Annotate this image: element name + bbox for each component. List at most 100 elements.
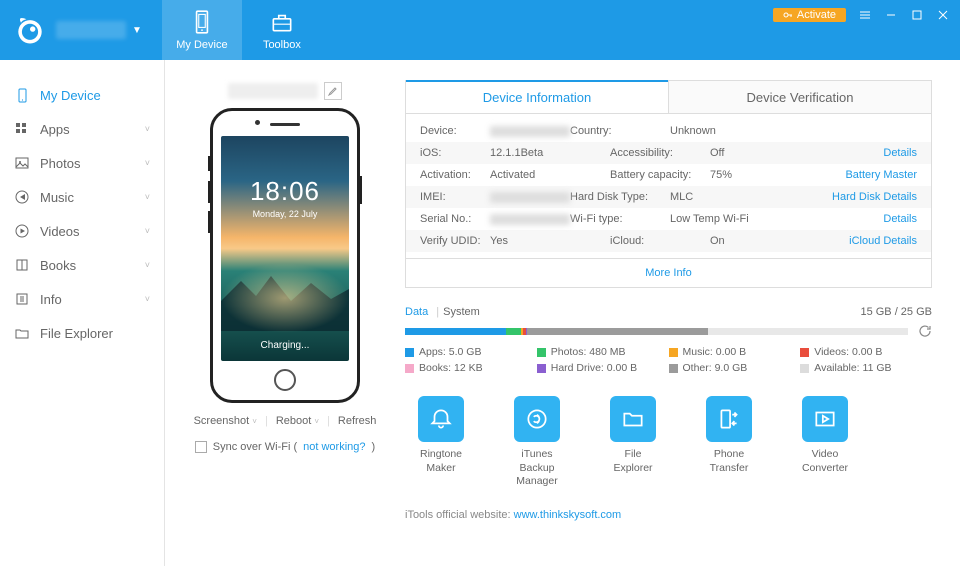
brand-name — [56, 21, 126, 39]
lock-date: Monday, 22 July — [253, 209, 318, 219]
tool-video-converter[interactable]: VideoConverter — [789, 396, 861, 489]
grid-icon — [14, 121, 30, 137]
book-icon — [14, 257, 30, 273]
reboot-button[interactable]: Reboot ˅ — [276, 415, 319, 427]
sidebar-item-apps[interactable]: Apps˅ — [0, 112, 164, 146]
tools-row: RingtoneMaker iTunesBackup Manager FileExp… — [405, 396, 932, 489]
folder-icon — [14, 325, 30, 341]
tool-itunes-backup-manager[interactable]: iTunesBackup Manager — [501, 396, 573, 489]
nav-label: My Device — [176, 39, 227, 51]
menu-icon[interactable] — [858, 8, 872, 22]
minimize-icon[interactable] — [884, 8, 898, 22]
storage-segment — [405, 328, 506, 335]
tool-ringtone-maker[interactable]: RingtoneMaker — [405, 396, 477, 489]
legend-item: Hard Drive: 0.00 B — [537, 362, 669, 374]
key-icon — [783, 10, 793, 20]
storage-data-tab[interactable]: Data — [405, 306, 428, 318]
chevron-down-icon: ˅ — [145, 158, 150, 168]
app-header: ▼ My Device Toolbox Activate — [0, 0, 960, 60]
brand-dropdown-icon[interactable]: ▼ — [132, 25, 142, 36]
info-icon — [14, 291, 30, 307]
phone-screen: 18:06 Monday, 22 July Charging... — [221, 136, 349, 361]
sync-help-link[interactable]: not working? — [303, 441, 365, 453]
charging-label: Charging... — [221, 340, 349, 351]
info-tabs: Device Information Device Verification — [405, 80, 932, 114]
sidebar-item-file-explorer[interactable]: File Explorer — [0, 316, 164, 350]
storage-section: Data|System 15 GB / 25 GB Apps: 5.0 GBPh… — [405, 306, 932, 378]
more-info-link[interactable]: More Info — [405, 259, 932, 288]
close-icon[interactable] — [936, 8, 950, 22]
sync-row: Sync over Wi-Fi (not working?) — [195, 441, 375, 453]
bell-icon — [418, 396, 464, 442]
info-table: Device:Country:UnknowniOS:12.1.1BetaAcce… — [405, 114, 932, 259]
folderO-icon — [610, 396, 656, 442]
tab-device-information[interactable]: Device Information — [406, 80, 668, 113]
info-link[interactable]: Details — [883, 147, 917, 159]
refresh-storage-icon[interactable] — [918, 324, 932, 338]
legend-item: Available: 11 GB — [800, 362, 932, 374]
storage-legend: Apps: 5.0 GBPhotos: 480 MBMusic: 0.00 BV… — [405, 346, 932, 378]
home-button — [274, 369, 296, 391]
refresh-button[interactable]: Refresh — [338, 415, 377, 427]
device-column: 18:06 Monday, 22 July Charging... Screen… — [185, 80, 385, 556]
nav-my-device[interactable]: My Device — [162, 0, 242, 60]
device-icon — [14, 87, 30, 103]
storage-segment — [506, 328, 521, 335]
sync-label: Sync over Wi-Fi ( — [213, 441, 297, 453]
edit-name-button[interactable] — [324, 82, 342, 100]
info-column: Device Information Device Verification D… — [405, 80, 932, 556]
storage-segment — [527, 328, 708, 335]
sync-checkbox[interactable] — [195, 441, 207, 453]
chevron-down-icon: ˅ — [145, 260, 150, 270]
legend-item: Apps: 5.0 GB — [405, 346, 537, 358]
maximize-icon[interactable] — [910, 8, 924, 22]
sidebar: My DeviceApps˅Photos˅Music˅Videos˅Books˅… — [0, 60, 165, 566]
storage-bar — [405, 328, 908, 335]
chevron-down-icon: ˅ — [145, 226, 150, 236]
storage-system-tab[interactable]: System — [443, 306, 480, 318]
app-logo — [10, 10, 50, 50]
info-link[interactable]: iCloud Details — [849, 235, 917, 247]
tool-file-explorer[interactable]: FileExplorer — [597, 396, 669, 489]
storage-total: 15 GB / 25 GB — [860, 306, 932, 318]
lock-time: 18:06 — [250, 176, 320, 207]
sidebar-item-info[interactable]: Info˅ — [0, 282, 164, 316]
chevron-down-icon: ˅ — [145, 192, 150, 202]
info-row: Device:Country:Unknown — [406, 120, 931, 142]
legend-item: Books: 12 KB — [405, 362, 537, 374]
info-row: Verify UDID:YesiCloud:OniCloud Details — [406, 230, 931, 252]
device-actions: Screenshot ˅ | Reboot ˅ | Refresh — [194, 415, 377, 427]
sidebar-item-my-device[interactable]: My Device — [0, 78, 164, 112]
video-icon — [14, 223, 30, 239]
backup-icon — [514, 396, 560, 442]
activate-button[interactable]: Activate — [773, 8, 846, 22]
footer: iTools official website: www.thinkskysof… — [405, 509, 932, 521]
device-icon — [189, 9, 215, 35]
top-nav: My Device Toolbox — [162, 0, 322, 60]
sidebar-item-videos[interactable]: Videos˅ — [0, 214, 164, 248]
sidebar-item-photos[interactable]: Photos˅ — [0, 146, 164, 180]
info-link[interactable]: Battery Master — [845, 169, 917, 181]
info-link[interactable]: Details — [883, 213, 917, 225]
videoC-icon — [802, 396, 848, 442]
info-row: Activation:ActivatedBattery capacity:75%… — [406, 164, 931, 186]
nav-label: Toolbox — [263, 39, 301, 51]
sidebar-item-books[interactable]: Books˅ — [0, 248, 164, 282]
tool-phone-transfer[interactable]: PhoneTransfer — [693, 396, 765, 489]
music-icon — [14, 189, 30, 205]
phone-mockup: 18:06 Monday, 22 July Charging... — [210, 108, 360, 403]
window-controls: Activate — [773, 8, 950, 22]
nav-toolbox[interactable]: Toolbox — [242, 0, 322, 60]
chevron-down-icon: ˅ — [145, 124, 150, 134]
screenshot-button[interactable]: Screenshot ˅ — [194, 415, 257, 427]
info-row: iOS:12.1.1BetaAccessibility:OffDetails — [406, 142, 931, 164]
chevron-down-icon: ˅ — [145, 294, 150, 304]
website-link[interactable]: www.thinkskysoft.com — [514, 509, 622, 521]
sidebar-item-music[interactable]: Music˅ — [0, 180, 164, 214]
tab-device-verification[interactable]: Device Verification — [668, 81, 931, 113]
info-row: Serial No.:Wi-Fi type:Low Temp Wi-FiDeta… — [406, 208, 931, 230]
legend-item: Photos: 480 MB — [537, 346, 669, 358]
transfer-icon — [706, 396, 752, 442]
legend-item: Videos: 0.00 B — [800, 346, 932, 358]
info-link[interactable]: Hard Disk Details — [832, 191, 917, 203]
